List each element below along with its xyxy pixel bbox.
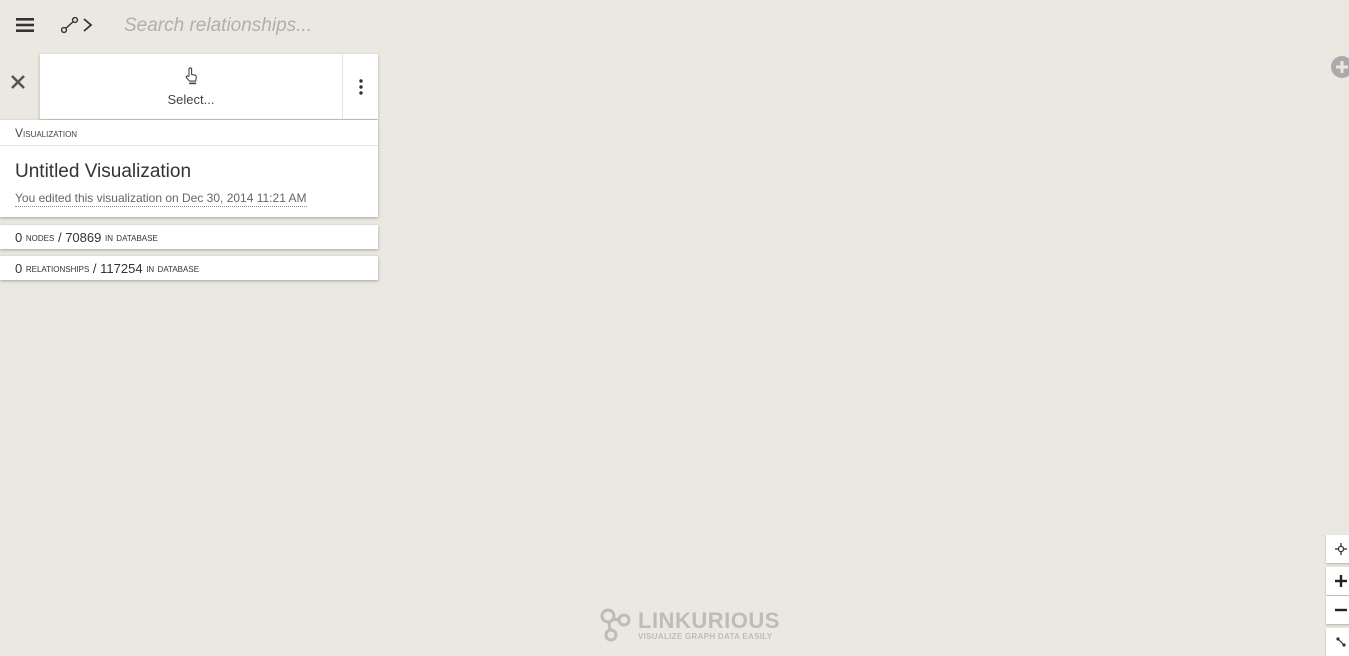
logo-tagline: VISUALIZE GRAPH DATA EASILY — [638, 631, 773, 641]
nodes-count: 0 — [15, 229, 23, 245]
nodes-suffix: in database — [104, 230, 158, 244]
nodes-total: 70869 — [65, 229, 102, 245]
relationships-total: 117254 — [100, 260, 143, 276]
plus-icon — [1335, 575, 1347, 587]
add-circle-icon — [1336, 61, 1348, 73]
hamburger-icon — [16, 18, 34, 32]
relationship-icon — [61, 16, 93, 34]
relationships-mode-button[interactable] — [58, 12, 98, 38]
relationships-label: relationships — [25, 261, 90, 275]
relationships-separator: / — [92, 260, 97, 276]
linkurious-logo: LINKURIOUS VISUALIZE GRAPH DATA EASILY — [600, 608, 780, 642]
zoom-out-button[interactable] — [1326, 596, 1349, 624]
close-icon — [11, 75, 25, 89]
linkurious-logo-icon — [600, 608, 631, 642]
visualization-title[interactable]: Untitled Visualization — [0, 146, 378, 183]
nodes-count-card: 0 nodes / 70869 in database — [0, 225, 378, 249]
top-bar — [0, 0, 1349, 52]
menu-button[interactable] — [10, 12, 40, 38]
pointer-hand-icon — [185, 67, 197, 85]
select-button[interactable]: Select... — [40, 54, 342, 119]
select-panel: Select... — [40, 54, 378, 119]
search-input[interactable] — [118, 10, 630, 42]
add-button[interactable] — [1331, 56, 1349, 78]
zoom-in-button[interactable] — [1326, 567, 1349, 595]
relationships-count-card: 0 relationships / 117254 in database — [0, 256, 378, 280]
nodes-label: nodes — [25, 230, 55, 244]
logo-name: LINKURIOUS — [638, 607, 780, 633]
relationships-count: 0 — [15, 260, 23, 276]
visualization-header: Visualization — [0, 120, 378, 146]
nodes-separator: / — [57, 229, 62, 245]
layout-button[interactable] — [1326, 628, 1349, 656]
visualization-card: Visualization Untitled Visualization You… — [0, 120, 378, 217]
more-options-button[interactable] — [343, 54, 378, 119]
locate-button[interactable] — [1326, 535, 1349, 563]
layout-icon — [1336, 637, 1346, 647]
kebab-icon — [358, 78, 363, 95]
close-panel-button[interactable] — [4, 66, 32, 98]
visualization-edited-note[interactable]: You edited this visualization on Dec 30,… — [15, 191, 307, 207]
select-label: Select... — [167, 92, 215, 107]
minus-icon — [1335, 608, 1347, 612]
locate-icon — [1335, 543, 1347, 555]
relationships-suffix: in database — [146, 261, 200, 275]
